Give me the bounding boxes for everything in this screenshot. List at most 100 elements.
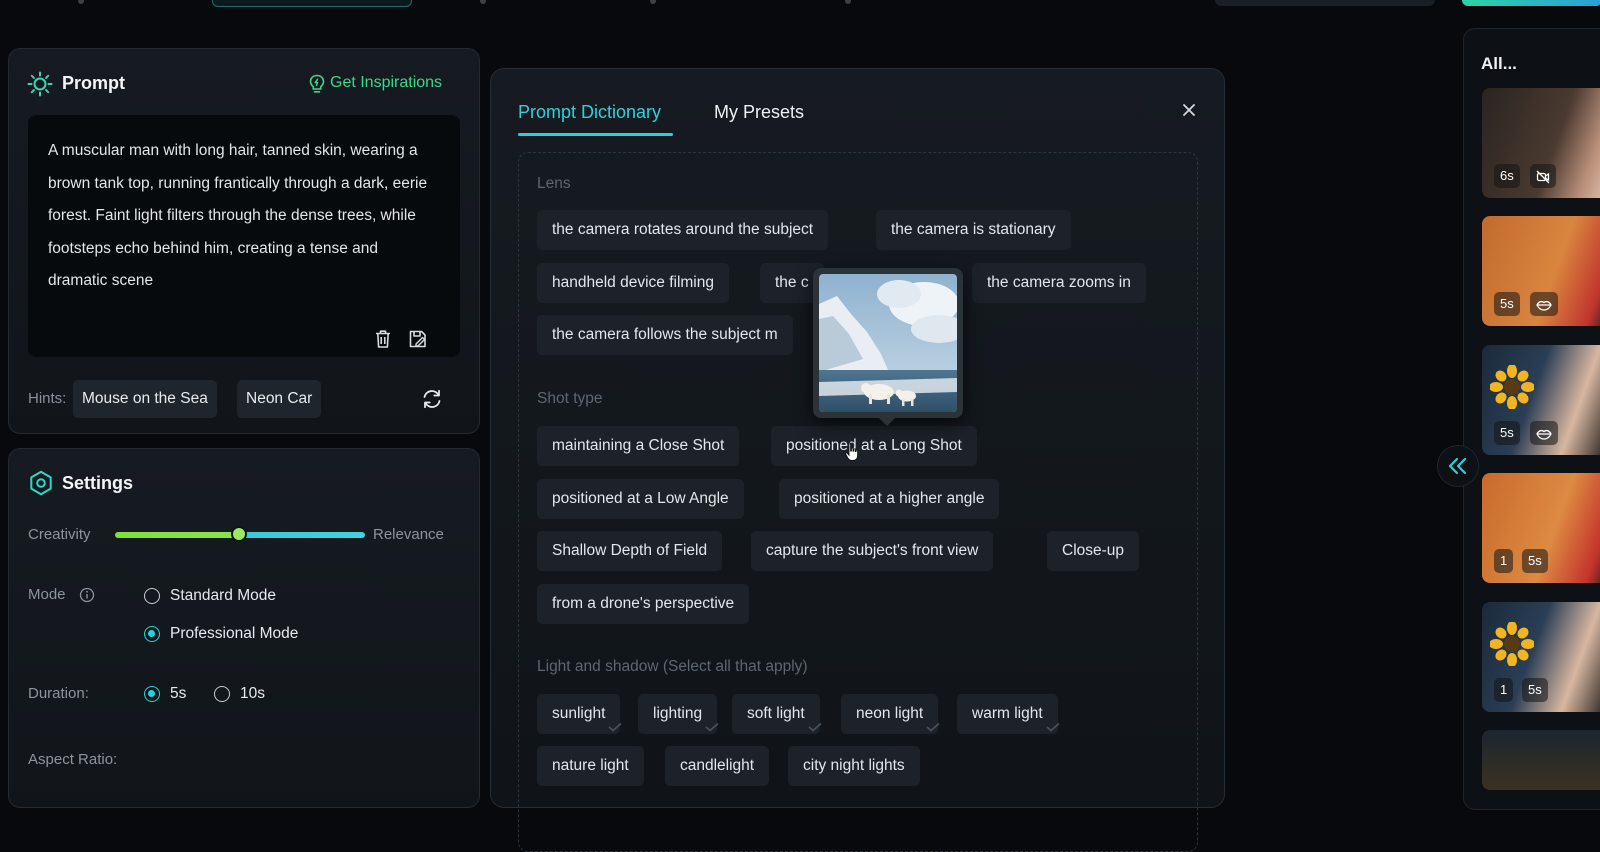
check-icon [808,722,822,732]
video-off-icon [1536,170,1550,184]
prompt-textarea[interactable]: A muscular man with long hair, tanned sk… [28,115,460,357]
lips-icon [1536,300,1552,311]
top-user-button-fragment[interactable] [1462,0,1600,6]
chip-light-sunlight[interactable]: sunlight [537,694,622,734]
gallery-thumbnail[interactable]: 5s [1482,216,1600,326]
chip-lens[interactable]: handheld device filming [537,263,729,303]
slider-handle[interactable] [231,526,247,542]
tab-my-presets[interactable]: My Presets [714,102,804,123]
duration-label: Duration: [28,685,89,702]
professional-mode-radio[interactable] [144,626,160,642]
check-icon [1046,722,1060,732]
lip-sync-badge[interactable] [1530,421,1558,445]
chip-light-candlelight[interactable]: candlelight [665,746,770,786]
chip-shot[interactable]: positioned at a Long Shot [771,426,977,466]
chip-label: nature light [552,757,629,774]
dictionary-content: Lens the camera rotates around the subje… [518,152,1198,852]
sunflower-decor [1490,622,1534,666]
save-preset-icon[interactable] [408,329,428,349]
chip-label: warm light [972,705,1043,722]
gallery-thumbnail[interactable]: 1 5s [1482,602,1600,712]
chip-lens[interactable]: the camera zooms in [972,263,1146,303]
refresh-icon[interactable] [421,388,443,410]
professional-mode-label[interactable]: Professional Mode [170,625,298,643]
chip-light-nature-light[interactable]: nature light [537,746,644,786]
duration-badge: 5s [1522,678,1548,702]
top-nav-active-tab[interactable] [212,0,412,7]
top-nav-fragment [650,0,656,4]
trash-icon[interactable] [374,329,392,349]
gallery-thumbnail[interactable] [1482,730,1600,790]
hint-chip-neon-car[interactable]: Neon Car [237,380,322,418]
duration-10s-label[interactable]: 10s [240,685,265,703]
standard-mode-radio[interactable] [144,588,160,604]
lip-sync-badge[interactable] [1530,292,1558,316]
count-badge: 1 [1494,678,1514,702]
gallery-title: All... [1481,54,1517,73]
chip-shot[interactable]: maintaining a Close Shot [537,426,740,466]
gallery-thumbnail[interactable]: 1 5s [1482,473,1600,583]
chip-light-lighting[interactable]: lighting [638,694,719,734]
chip-shot[interactable]: Close-up [1047,531,1140,571]
get-inspirations-label: Get Inspirations [330,74,443,91]
chip-shot[interactable]: capture the subject's front view [751,531,994,571]
chip-label: soft light [747,705,805,722]
light-category-label: Light and shadow (Select all that apply) [537,658,808,675]
chip-light-warm-light[interactable]: warm light [957,694,1060,734]
duration-5s-radio[interactable] [144,686,160,702]
top-nav-fragment [480,0,486,4]
chip-shot[interactable]: from a drone's perspective [537,584,750,624]
chip-lens[interactable]: the camera rotates around the subject [537,210,829,250]
duration-badge: 6s [1494,164,1520,188]
duration-badge: 5s [1494,292,1520,316]
top-search-fragment[interactable] [1215,0,1435,6]
top-nav-fragment [78,0,84,4]
gallery-thumbnail[interactable]: 6s [1482,88,1600,198]
lightbulb-icon [309,74,325,93]
settings-title: Settings [62,473,134,493]
chip-light-soft-light[interactable]: soft light [732,694,822,734]
chip-shot[interactable]: positioned at a Low Angle [537,479,744,519]
duration-10s-radio[interactable] [214,686,230,702]
sun-icon [27,71,53,97]
active-tab-underline [518,133,673,136]
standard-mode-label[interactable]: Standard Mode [170,587,276,605]
chip-light-neon-light[interactable]: neon light [841,694,940,734]
chip-label: neon light [856,705,924,722]
prompt-title: Prompt [62,73,125,93]
chip-shot[interactable]: Shallow Depth of Field [537,531,723,571]
chip-lens[interactable]: the camera is stationary [876,210,1071,250]
chip-label: candlelight [680,757,755,774]
prompt-dictionary-panel: Prompt Dictionary My Presets Lens the ca… [490,68,1225,852]
prompt-panel: Prompt Get Inspirations A muscular man w… [8,48,480,434]
check-icon [926,722,940,732]
close-icon[interactable] [1182,103,1196,117]
collapse-gallery-button[interactable] [1437,445,1479,487]
count-badge: 1 [1494,549,1514,573]
duration-badge: 5s [1522,549,1548,573]
aspect-ratio-label: Aspect Ratio: [28,751,118,768]
prompt-text: A muscular man with long hair, tanned sk… [48,142,428,289]
gallery-thumbnail[interactable]: 5s [1482,345,1600,455]
duration-badge: 5s [1494,421,1520,445]
creativity-label: Creativity [28,526,91,543]
top-nav-fragment [845,0,851,4]
tab-prompt-dictionary[interactable]: Prompt Dictionary [518,102,661,123]
settings-panel: Settings Creativity Relevance Mode Stand… [8,448,480,808]
chip-light-city-night-lights[interactable]: city night lights [788,746,920,786]
polar-bears-preview-image [819,274,957,412]
check-icon [608,722,622,732]
chip-preview-popover [813,268,963,426]
lips-icon [1536,429,1552,440]
hexagon-settings-icon [30,470,52,496]
sunflower-decor [1490,365,1534,409]
check-icon [705,722,719,732]
chip-lens[interactable]: the camera follows the subject m [537,315,793,355]
chip-shot[interactable]: positioned at a higher angle [779,479,1000,519]
hint-chip-mouse-on-the-sea[interactable]: Mouse on the Sea [73,380,217,418]
mode-label: Mode [28,586,66,603]
video-off-badge[interactable] [1530,164,1556,188]
double-chevron-left-icon [1448,457,1467,475]
duration-5s-label[interactable]: 5s [170,685,186,703]
info-icon[interactable] [79,587,95,603]
